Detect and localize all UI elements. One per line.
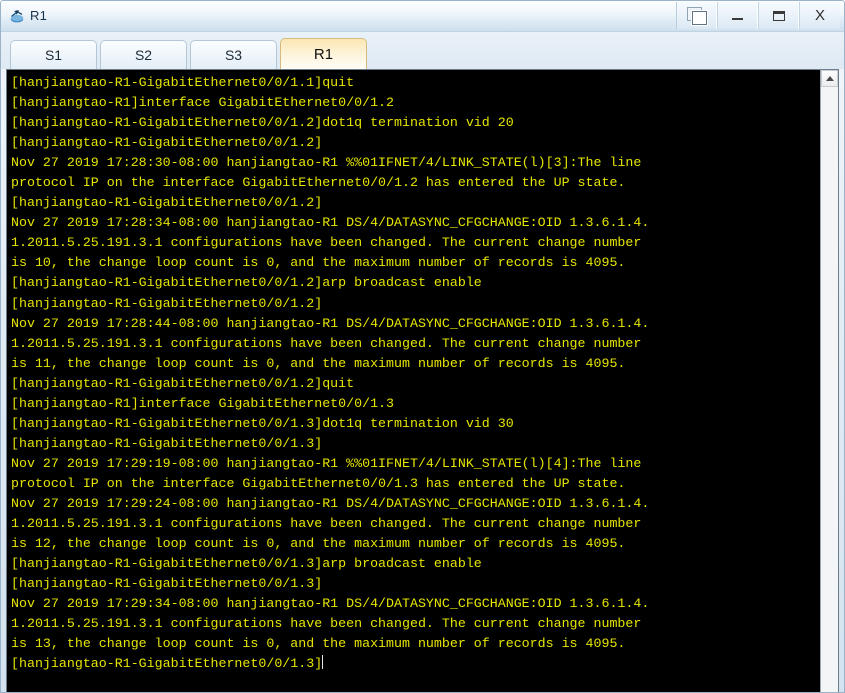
terminal-line: [hanjiangtao-R1-GigabitEthernet0/0/1.2] bbox=[11, 135, 323, 151]
terminal-line: Nov 27 2019 17:28:34-08:00 hanjiangtao-R… bbox=[11, 215, 650, 231]
minimize-button[interactable] bbox=[717, 2, 758, 29]
terminal-window: R1 X S1 S2 S3 R1 [hanjiangtao-R1-Gigabit… bbox=[0, 0, 845, 693]
terminal-output[interactable]: [hanjiangtao-R1-GigabitEthernet0/0/1.1]q… bbox=[7, 70, 820, 692]
terminal-line: [hanjiangtao-R1-GigabitEthernet0/0/1.3] bbox=[11, 435, 323, 451]
device-tab-bar: S1 S2 S3 R1 bbox=[1, 32, 844, 69]
terminal-line: 1.2011.5.25.191.3.1 configurations have … bbox=[11, 235, 642, 251]
terminal-line: protocol IP on the interface GigabitEthe… bbox=[11, 175, 626, 191]
terminal-area: [hanjiangtao-R1-GigabitEthernet0/0/1.1]q… bbox=[6, 69, 839, 692]
terminal-line: Nov 27 2019 17:29:34-08:00 hanjiangtao-R… bbox=[11, 596, 650, 612]
close-icon: X bbox=[814, 7, 825, 24]
tab-s3[interactable]: S3 bbox=[190, 40, 277, 69]
tab-s2[interactable]: S2 bbox=[100, 40, 187, 69]
terminal-line: is 13, the change loop count is 0, and t… bbox=[11, 636, 626, 652]
terminal-line: [hanjiangtao-R1-GigabitEthernet0/0/1.1]q… bbox=[11, 75, 355, 90]
maximize-icon bbox=[772, 10, 785, 21]
terminal-line: [hanjiangtao-R1-GigabitEthernet0/0/1.3] bbox=[11, 655, 324, 672]
terminal-line: is 11, the change loop count is 0, and t… bbox=[11, 355, 626, 371]
window-title: R1 bbox=[30, 8, 48, 23]
terminal-line: Nov 27 2019 17:29:24-08:00 hanjiangtao-R… bbox=[11, 495, 650, 511]
scroll-up-arrow-icon bbox=[825, 76, 834, 81]
tab-label: S2 bbox=[134, 47, 153, 63]
terminal-line: [hanjiangtao-R1-GigabitEthernet0/0/1.3]d… bbox=[11, 415, 514, 431]
terminal-line: [hanjiangtao-R1]interface GigabitEtherne… bbox=[11, 95, 395, 111]
scroll-up-button[interactable] bbox=[821, 70, 838, 87]
maximize-button[interactable] bbox=[758, 2, 799, 29]
terminal-line: 1.2011.5.25.191.3.1 configurations have … bbox=[11, 335, 642, 351]
terminal-line: [hanjiangtao-R1-GigabitEthernet0/0/1.3]a… bbox=[11, 556, 482, 572]
terminal-line: protocol IP on the interface GigabitEthe… bbox=[11, 475, 626, 491]
terminal-line: [hanjiangtao-R1-GigabitEthernet0/0/1.2] bbox=[11, 195, 323, 211]
terminal-line: [hanjiangtao-R1-GigabitEthernet0/0/1.2]q… bbox=[11, 375, 355, 391]
text-cursor bbox=[322, 655, 324, 670]
terminal-line: 1.2011.5.25.191.3.1 configurations have … bbox=[11, 616, 642, 632]
terminal-line: Nov 27 2019 17:28:44-08:00 hanjiangtao-R… bbox=[11, 315, 650, 331]
terminal-line: [hanjiangtao-R1-GigabitEthernet0/0/1.2] bbox=[11, 295, 323, 311]
terminal-line: is 10, the change loop count is 0, and t… bbox=[11, 255, 626, 271]
router-icon bbox=[8, 7, 26, 25]
terminal-line: Nov 27 2019 17:29:19-08:00 hanjiangtao-R… bbox=[11, 455, 642, 471]
scrollbar-track[interactable] bbox=[821, 87, 838, 692]
tab-s1[interactable]: S1 bbox=[10, 40, 97, 69]
tab-label: R1 bbox=[313, 45, 334, 63]
terminal-line: is 12, the change loop count is 0, and t… bbox=[11, 536, 626, 552]
tab-label: S3 bbox=[224, 47, 243, 63]
restore-icon bbox=[686, 7, 707, 25]
restore-window-button[interactable] bbox=[676, 2, 717, 29]
tab-label: S1 bbox=[44, 47, 63, 63]
window-titlebar: R1 X bbox=[1, 1, 844, 32]
terminal-line: [hanjiangtao-R1-GigabitEthernet0/0/1.2]a… bbox=[11, 275, 482, 291]
terminal-scrollbar[interactable] bbox=[820, 70, 838, 692]
window-controls: X bbox=[676, 2, 840, 29]
minimize-icon bbox=[732, 18, 743, 20]
terminal-line: Nov 27 2019 17:28:30-08:00 hanjiangtao-R… bbox=[11, 155, 642, 171]
terminal-line: 1.2011.5.25.191.3.1 configurations have … bbox=[11, 516, 642, 532]
tab-r1[interactable]: R1 bbox=[280, 38, 367, 69]
close-button[interactable]: X bbox=[799, 2, 840, 29]
terminal-line: [hanjiangtao-R1]interface GigabitEtherne… bbox=[11, 395, 395, 411]
terminal-line: [hanjiangtao-R1-GigabitEthernet0/0/1.3] bbox=[11, 576, 323, 592]
terminal-line: [hanjiangtao-R1-GigabitEthernet0/0/1.2]d… bbox=[11, 115, 514, 131]
